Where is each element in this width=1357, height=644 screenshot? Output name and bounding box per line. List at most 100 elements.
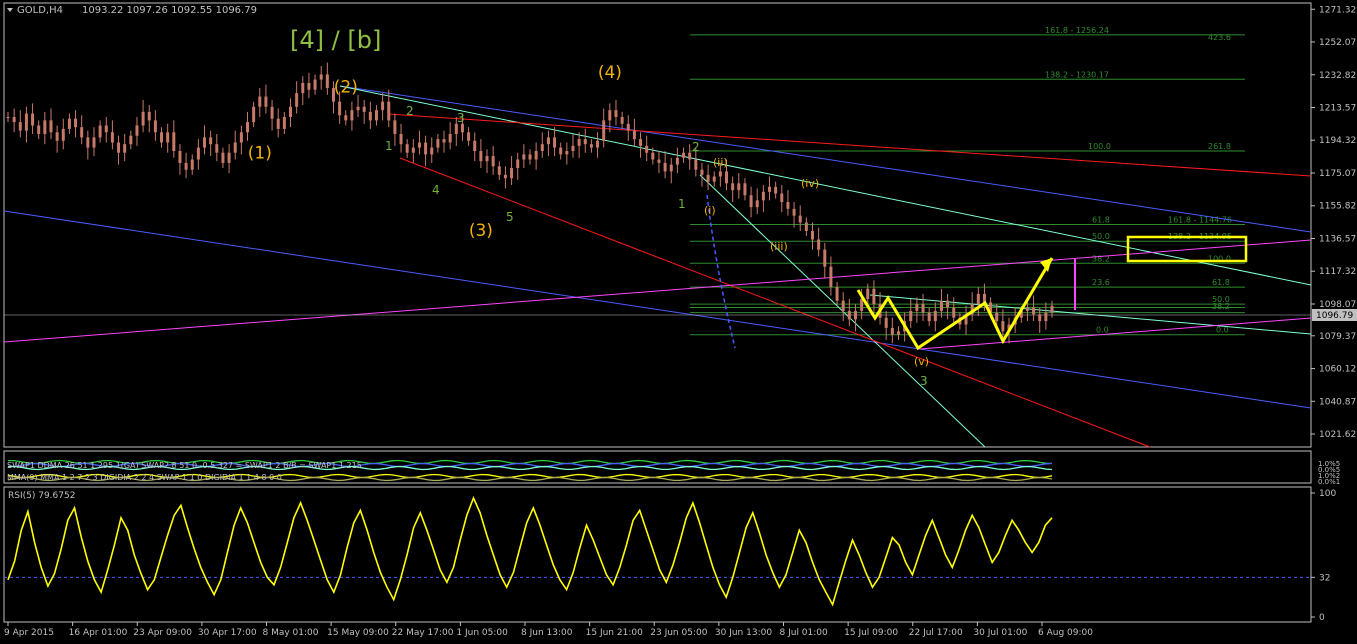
price-candle-body	[620, 116, 624, 124]
symbol-header: GOLD,H4 1093.22 1097.26 1092.55 1096.79	[7, 5, 257, 16]
price-candle-body	[1001, 321, 1005, 332]
oscillator-right-labels: 1.0%50.0%51.0%20.0%1	[1318, 460, 1340, 486]
price-candle-body	[546, 137, 550, 145]
price-candle-body	[454, 123, 458, 134]
price-candle-body	[313, 79, 317, 90]
price-candle-body	[12, 116, 16, 123]
price-candle-body	[473, 140, 477, 151]
price-tick-label: 1060.12	[1319, 365, 1356, 375]
fib-level-label: 0.0	[1216, 326, 1229, 335]
time-tick-label: 23 Apr 09:00	[133, 628, 192, 638]
price-candle-body	[841, 300, 845, 311]
wave-label-sub: (ii)	[713, 156, 728, 169]
price-candle-body	[362, 106, 366, 112]
price-candle-body	[338, 101, 342, 116]
price-candle-body	[786, 202, 790, 209]
price-candle-body	[485, 156, 489, 162]
wave-label-sub: (iv)	[801, 177, 819, 190]
chart-canvas[interactable]: GOLD,H4 1093.22 1097.26 1092.55 1096.79 …	[0, 0, 1357, 640]
wave-label-primary: (1)	[248, 144, 272, 164]
price-candle-body	[927, 312, 931, 322]
price-candle-body	[872, 288, 876, 305]
price-candle-body	[86, 137, 90, 148]
price-candle-body	[135, 125, 139, 136]
price-candle-body	[995, 312, 999, 322]
price-candle-body	[282, 116, 286, 129]
price-candle-body	[203, 137, 207, 148]
price-candle-body	[639, 139, 643, 146]
price-tick-label: 1136.57	[1319, 234, 1356, 244]
rsi-tick-label: 100	[1319, 489, 1336, 499]
price-candle-body	[559, 147, 563, 155]
price-tick-label: 1194.32	[1319, 136, 1356, 146]
price-candle-body	[663, 162, 667, 172]
price-candle-body	[1025, 307, 1029, 311]
price-candle-body	[67, 118, 71, 129]
price-candle-body	[18, 122, 22, 131]
price-candle-body	[706, 174, 710, 182]
time-tick-label: 30 Jun 13:00	[715, 628, 772, 638]
price-candle-body	[374, 110, 378, 121]
wave-label-primary: (3)	[469, 221, 493, 241]
price-tick-label: 1040.87	[1319, 397, 1356, 407]
price-candle-body	[479, 151, 483, 162]
price-candle-body	[534, 151, 538, 160]
price-candle-body	[270, 106, 274, 119]
price-candle-body	[577, 139, 581, 146]
price-candle-body	[129, 135, 133, 145]
time-tick-label: 6 Aug 09:00	[1038, 628, 1093, 638]
price-candle-body	[24, 113, 28, 131]
time-tick-label: 8 May 01:00	[263, 628, 319, 638]
price-candle-body	[6, 116, 10, 118]
price-candle-body	[946, 300, 950, 308]
price-candle-body	[442, 139, 446, 143]
price-candle-body	[61, 128, 65, 141]
price-candle-body	[565, 151, 569, 155]
chart-root: GOLD,H4 1093.22 1097.26 1092.55 1096.79 …	[0, 0, 1357, 640]
price-candle-body	[810, 230, 814, 240]
price-candle-body	[632, 130, 636, 140]
price-candle-body	[356, 106, 360, 111]
time-tick-label: 16 Apr 01:00	[69, 628, 128, 638]
time-tick-label: 15 May 09:00	[327, 628, 389, 638]
price-candle-body	[430, 147, 434, 155]
price-candle-body	[596, 140, 600, 148]
price-candle-body	[233, 142, 237, 153]
time-tick-label: 15 Jul 09:00	[844, 628, 898, 638]
fib-level-label: 50.0	[1092, 232, 1110, 241]
price-candle-body	[141, 111, 145, 126]
price-candle-body	[528, 154, 532, 160]
wave-label-primary: (4)	[598, 63, 622, 83]
price-candle-body	[399, 133, 403, 145]
price-candle-body	[725, 171, 729, 184]
time-tick-label: 22 May 17:00	[392, 628, 454, 638]
price-candle-body	[688, 152, 692, 160]
price-candle-body	[350, 110, 354, 121]
price-candle-body	[602, 120, 606, 141]
price-candle-body	[798, 215, 802, 223]
price-candle-body	[553, 137, 557, 148]
price-candle-body	[718, 171, 722, 177]
time-tick-label: 30 Apr 17:00	[198, 628, 257, 638]
price-candle-body	[774, 186, 778, 194]
price-candle-body	[166, 132, 170, 143]
price-candle-body	[307, 82, 311, 90]
price-candle-body	[1044, 312, 1048, 322]
price-tick-label: 1155.82	[1319, 202, 1356, 212]
price-candle-body	[264, 96, 268, 107]
price-candle-body	[915, 304, 919, 311]
price-candle-body	[933, 310, 937, 322]
oscillator-legend-2: MMA(9) MMA 1 2 7 2 3 DIGIDIA 2 2 4 SWAP …	[7, 473, 282, 482]
price-candle-body	[221, 152, 225, 163]
fib-level-label: 61.8	[1092, 216, 1110, 225]
fib-level-label: 61.8	[1212, 278, 1230, 287]
price-candle-body	[123, 144, 127, 153]
price-candle-body	[246, 122, 250, 133]
symbol-label: GOLD,H4	[17, 5, 63, 16]
price-candle-body	[393, 120, 397, 134]
price-candle-body	[424, 142, 428, 155]
price-candle-body	[325, 74, 329, 89]
fib-level-label: 423.6	[1208, 33, 1231, 42]
price-candle-body	[1032, 307, 1036, 315]
price-candle-body	[921, 304, 925, 313]
